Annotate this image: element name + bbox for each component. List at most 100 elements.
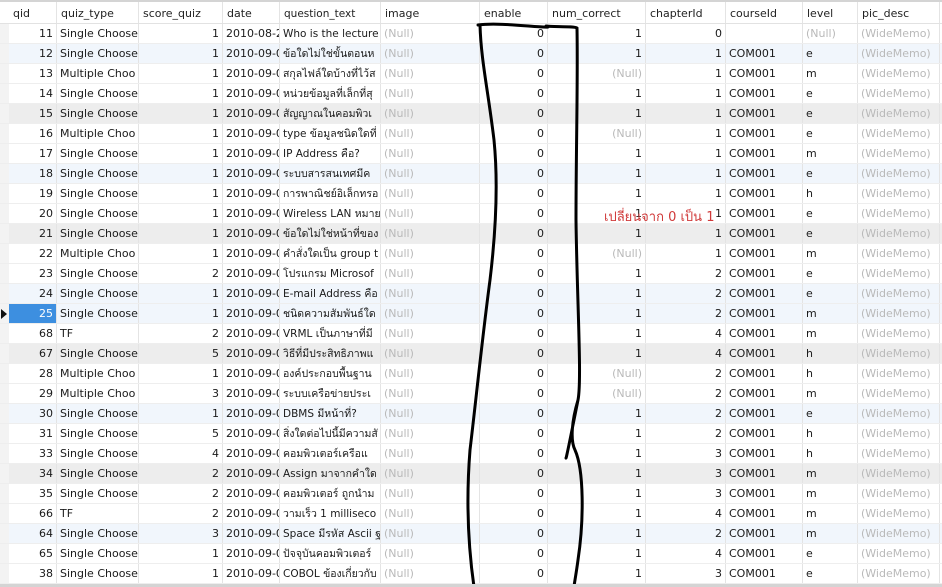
- cell-num-correct[interactable]: 1: [548, 484, 646, 503]
- cell-qid[interactable]: 19: [9, 184, 57, 203]
- cell-image[interactable]: (Null): [381, 364, 480, 383]
- cell-pic-desc[interactable]: (WideMemo): [858, 44, 940, 63]
- cell-question-text[interactable]: สกุลไฟล์ใดบ้างที่ไว้ส: [280, 64, 381, 83]
- table-row[interactable]: 15 Single Choose 1 2010-09-0 สัญญาณในคอมพิวเ…: [0, 104, 942, 124]
- cell-image[interactable]: (Null): [381, 24, 480, 43]
- cell-question-text[interactable]: หน่วยข้อมูลที่เล็กที่สุ: [280, 84, 381, 103]
- cell-quiz-type[interactable]: TF: [57, 504, 139, 523]
- cell-quiz-type[interactable]: Single Choose: [57, 304, 139, 323]
- cell-score-quiz[interactable]: 2: [139, 504, 223, 523]
- cell-num-correct[interactable]: (Null): [548, 244, 646, 263]
- cell-pic-desc[interactable]: (WideMemo): [858, 484, 940, 503]
- cell-date[interactable]: 2010-09-0: [223, 304, 280, 323]
- table-row[interactable]: 35 Single Choose 2 2010-09-0 คอมพิวเตอร์ ถูก…: [0, 484, 942, 504]
- col-header-level[interactable]: level: [803, 2, 858, 23]
- cell-qid[interactable]: 24: [9, 284, 57, 303]
- cell-date[interactable]: 2010-09-0: [223, 324, 280, 343]
- cell-question-text[interactable]: ข้อใดไม่ใช่หน้าที่ของ: [280, 224, 381, 243]
- cell-quiz-type[interactable]: Single Choose: [57, 464, 139, 483]
- cell-pic-desc[interactable]: (WideMemo): [858, 564, 940, 583]
- cell-enable[interactable]: 0: [480, 444, 548, 463]
- cell-course-id[interactable]: COM001: [726, 204, 803, 223]
- cell-qid[interactable]: 38: [9, 564, 57, 583]
- table-row[interactable]: 28 Multiple Choo 1 2010-09-0 องค์ประกอบพื้นฐ…: [0, 364, 942, 384]
- cell-enable[interactable]: 0: [480, 104, 548, 123]
- cell-question-text[interactable]: ปัจจุบันคอมพิวเตอร์: [280, 544, 381, 563]
- cell-quiz-type[interactable]: Single Choose: [57, 484, 139, 503]
- cell-chapter-id[interactable]: 1: [646, 164, 726, 183]
- cell-num-correct[interactable]: 1: [548, 204, 646, 223]
- row-indicator[interactable]: [0, 324, 9, 343]
- cell-pic-desc[interactable]: (WideMemo): [858, 244, 940, 263]
- table-row[interactable]: 67 Single Choose 5 2010-09-0 วิธีที่มีประสิท…: [0, 344, 942, 364]
- cell-score-quiz[interactable]: 1: [139, 244, 223, 263]
- cell-quiz-type[interactable]: Single Choose: [57, 284, 139, 303]
- cell-num-correct[interactable]: 1: [548, 444, 646, 463]
- cell-level[interactable]: m: [803, 304, 858, 323]
- cell-quiz-type[interactable]: Single Choose: [57, 344, 139, 363]
- cell-qid[interactable]: 16: [9, 124, 57, 143]
- col-header-score-quiz[interactable]: score_quiz: [139, 2, 223, 23]
- cell-image[interactable]: (Null): [381, 184, 480, 203]
- cell-pic-desc[interactable]: (WideMemo): [858, 404, 940, 423]
- cell-level[interactable]: h: [803, 184, 858, 203]
- table-row[interactable]: 38 Single Choose 1 2010-09-0 COBOL ข้องเกี่ย…: [0, 564, 942, 584]
- cell-enable[interactable]: 0: [480, 64, 548, 83]
- cell-pic-desc[interactable]: (WideMemo): [858, 384, 940, 403]
- cell-enable[interactable]: 0: [480, 224, 548, 243]
- cell-qid[interactable]: 66: [9, 504, 57, 523]
- cell-chapter-id[interactable]: 2: [646, 264, 726, 283]
- cell-image[interactable]: (Null): [381, 524, 480, 543]
- cell-image[interactable]: (Null): [381, 204, 480, 223]
- cell-quiz-type[interactable]: Multiple Choo: [57, 64, 139, 83]
- cell-question-text[interactable]: วามเร็ว 1 milliseco: [280, 504, 381, 523]
- cell-num-correct[interactable]: 1: [548, 464, 646, 483]
- cell-image[interactable]: (Null): [381, 244, 480, 263]
- cell-num-correct[interactable]: 1: [548, 44, 646, 63]
- cell-level[interactable]: m: [803, 484, 858, 503]
- row-indicator[interactable]: [0, 204, 9, 223]
- cell-pic-desc[interactable]: (WideMemo): [858, 224, 940, 243]
- cell-chapter-id[interactable]: 3: [646, 564, 726, 583]
- row-indicator[interactable]: [0, 284, 9, 303]
- cell-date[interactable]: 2010-09-0: [223, 424, 280, 443]
- cell-chapter-id[interactable]: 2: [646, 424, 726, 443]
- table-row[interactable]: 29 Multiple Choo 3 2010-09-0 ระบบเครือข่ายปร…: [0, 384, 942, 404]
- cell-num-correct[interactable]: 1: [548, 184, 646, 203]
- cell-chapter-id[interactable]: 1: [646, 124, 726, 143]
- cell-qid[interactable]: 31: [9, 424, 57, 443]
- cell-question-text[interactable]: ชนิดความสัมพันธ์ใด: [280, 304, 381, 323]
- cell-enable[interactable]: 0: [480, 424, 548, 443]
- row-indicator[interactable]: [0, 244, 9, 263]
- cell-qid[interactable]: 18: [9, 164, 57, 183]
- cell-qid[interactable]: 11: [9, 24, 57, 43]
- cell-num-correct[interactable]: 1: [548, 164, 646, 183]
- cell-score-quiz[interactable]: 1: [139, 84, 223, 103]
- cell-quiz-type[interactable]: Single Choose: [57, 204, 139, 223]
- cell-quiz-type[interactable]: Single Choose: [57, 424, 139, 443]
- cell-num-correct[interactable]: 1: [548, 424, 646, 443]
- cell-pic-desc[interactable]: (WideMemo): [858, 424, 940, 443]
- cell-num-correct[interactable]: 1: [548, 304, 646, 323]
- cell-date[interactable]: 2010-09-0: [223, 164, 280, 183]
- cell-enable[interactable]: 0: [480, 384, 548, 403]
- cell-pic-desc[interactable]: (WideMemo): [858, 124, 940, 143]
- col-header-question-text[interactable]: question_text: [280, 2, 381, 23]
- cell-chapter-id[interactable]: 1: [646, 224, 726, 243]
- cell-level[interactable]: m: [803, 244, 858, 263]
- cell-image[interactable]: (Null): [381, 44, 480, 63]
- cell-image[interactable]: (Null): [381, 224, 480, 243]
- cell-score-quiz[interactable]: 1: [139, 164, 223, 183]
- cell-chapter-id[interactable]: 4: [646, 504, 726, 523]
- cell-score-quiz[interactable]: 1: [139, 404, 223, 423]
- cell-chapter-id[interactable]: 3: [646, 464, 726, 483]
- cell-level[interactable]: m: [803, 504, 858, 523]
- cell-course-id[interactable]: COM001: [726, 284, 803, 303]
- cell-score-quiz[interactable]: 4: [139, 444, 223, 463]
- cell-enable[interactable]: 0: [480, 144, 548, 163]
- cell-question-text[interactable]: สิ่งใดต่อไปนี้มีความสั: [280, 424, 381, 443]
- cell-chapter-id[interactable]: 4: [646, 344, 726, 363]
- cell-score-quiz[interactable]: 1: [139, 364, 223, 383]
- cell-question-text[interactable]: วิธีที่มีประสิทธิภาพแ: [280, 344, 381, 363]
- cell-question-text[interactable]: ระบบเครือข่ายประเ: [280, 384, 381, 403]
